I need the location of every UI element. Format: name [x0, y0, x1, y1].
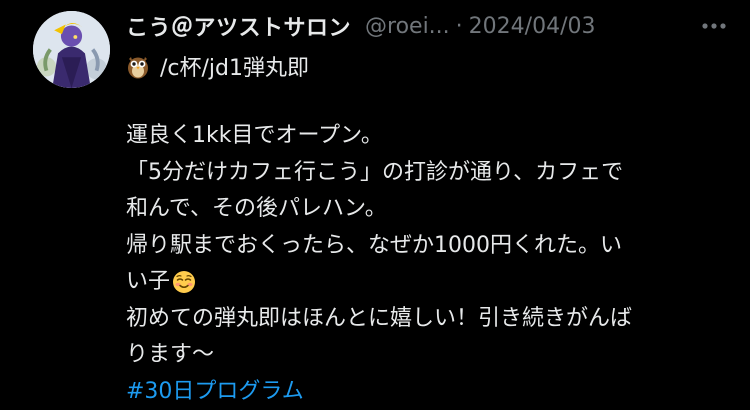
tweet-line: 「5分だけカフェ行こう」の打診が通り、カフェで	[126, 159, 624, 185]
hashtag-line: #30日プログラム	[126, 374, 736, 410]
tweet-header: こう＠アツストサロン @roei... · 2024/04/03	[126, 8, 730, 44]
profile-subline: /c杯/jd1弾丸即	[126, 49, 309, 83]
user-handle[interactable]: @roei...	[365, 14, 450, 39]
tweet-body: 運良く1kk目でオープン。 「5分だけカフェ行こう」の打診が通り、カフェで 和ん…	[126, 118, 736, 410]
separator-dot: ·	[455, 13, 463, 39]
smiling-face-icon	[172, 270, 196, 294]
more-options-button[interactable]	[698, 8, 730, 44]
tweet-line: 運良く1kk目でオープン。	[126, 123, 383, 148]
avatar[interactable]	[33, 11, 110, 88]
tweet-line-with-emoji: い子	[126, 264, 736, 301]
hashtag-link[interactable]: #30日プログラム	[126, 374, 304, 410]
tweet-line: 初めての弾丸即はほんとに嬉しい！引き続きがんば	[126, 305, 633, 331]
tweet-line-text: い子	[126, 269, 171, 294]
tweet-line: 和んで、その後パレハン。	[126, 196, 387, 221]
tweet-line: 帰り駅までおくったら、なぜか1000円くれた。い	[126, 232, 622, 258]
timestamp[interactable]: 2024/04/03	[469, 14, 596, 39]
owl-icon	[126, 53, 150, 79]
tweet-line: ります〜	[126, 342, 215, 367]
bio-text: /c杯/jd1弾丸即	[160, 56, 309, 81]
more-options-icon	[702, 23, 726, 29]
display-name[interactable]: こう＠アツストサロン	[126, 10, 351, 42]
avatar-illustration	[33, 11, 110, 88]
